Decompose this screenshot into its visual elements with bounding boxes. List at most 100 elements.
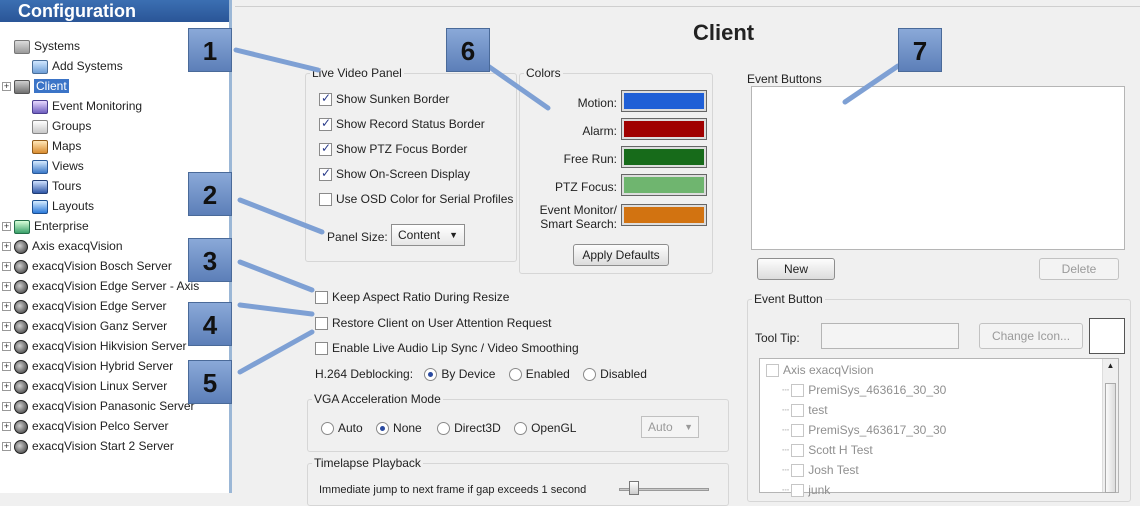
expand-icon[interactable]: + <box>2 322 11 332</box>
vga-mode-select[interactable]: Auto ▼ <box>641 416 699 438</box>
expand-icon[interactable]: + <box>2 382 11 392</box>
list-item[interactable]: ┄ PremiSys_463616_30_30 <box>782 383 946 398</box>
apply-defaults-button[interactable]: Apply Defaults <box>573 244 669 266</box>
ptz-focus-color-swatch[interactable] <box>621 174 707 196</box>
list-item[interactable]: ┄ PremiSys_463617_30_30 <box>782 423 947 438</box>
show-ptz-focus-border-checkbox[interactable] <box>319 141 332 157</box>
list-item[interactable]: ┄ Josh Test <box>782 463 859 478</box>
tree-item[interactable]: Maps <box>32 136 81 156</box>
expand-icon[interactable]: + <box>2 442 11 452</box>
expand-icon[interactable]: + <box>2 302 11 312</box>
tree-branch-icon: ┄ <box>782 403 790 417</box>
show-sunken-border-checkbox[interactable] <box>319 91 332 107</box>
tree-item[interactable]: + Axis exacqVision <box>2 236 123 256</box>
tree-item[interactable]: + exacqVision Bosch Server <box>2 256 172 276</box>
restore-client-option[interactable]: Restore Client on User Attention Request <box>315 316 551 331</box>
list-item-checkbox[interactable] <box>791 404 805 418</box>
dropdown-arrow-icon: ▼ <box>449 230 458 240</box>
tree-item[interactable]: + exacqVision Pelco Server <box>2 416 169 436</box>
new-event-button[interactable]: New <box>757 258 835 280</box>
expand-icon[interactable]: + <box>2 262 11 272</box>
expand-icon[interactable]: + <box>2 422 11 432</box>
list-item-checkbox[interactable] <box>791 384 805 398</box>
lip-sync-checkbox[interactable] <box>315 342 328 356</box>
vga-direct3d-radio[interactable]: Direct3D <box>437 421 501 436</box>
tree-item[interactable]: Tours <box>32 176 81 196</box>
tree-item[interactable]: + Client <box>2 76 69 96</box>
expand-icon[interactable]: + <box>2 242 11 252</box>
list-scrollbar[interactable]: ▲ <box>1102 359 1118 493</box>
panel-size-select[interactable]: Content ▼ <box>391 224 465 246</box>
list-item-checkbox[interactable] <box>791 464 805 478</box>
alarm-color-label: Alarm: <box>582 124 617 138</box>
tree-item[interactable]: Systems <box>14 36 80 56</box>
list-item-checkbox[interactable] <box>791 444 805 458</box>
list-item-label: PremiSys_463617_30_30 <box>808 423 947 437</box>
use-osd-color-checkbox[interactable] <box>319 193 332 207</box>
tree-item[interactable]: + exacqVision Edge Server <box>2 296 167 316</box>
motion-color-swatch[interactable] <box>621 90 707 112</box>
tree-item[interactable]: Event Monitoring <box>32 96 142 116</box>
keep-aspect-ratio-option[interactable]: Keep Aspect Ratio During Resize <box>315 290 509 305</box>
icon-preview <box>1089 318 1125 354</box>
expand-icon[interactable]: + <box>2 402 11 412</box>
expand-icon[interactable]: + <box>2 82 11 92</box>
tree-item[interactable]: + exacqVision Linux Server <box>2 376 167 396</box>
expand-icon[interactable]: + <box>2 222 11 232</box>
show-sunken-border-option[interactable]: Show Sunken Border <box>319 91 449 107</box>
free-run-color-swatch[interactable] <box>621 146 707 168</box>
tree-item[interactable]: + exacqVision Edge Server - Axis <box>2 276 199 296</box>
use-osd-color-option[interactable]: Use OSD Color for Serial Profiles <box>319 192 513 207</box>
expand-icon[interactable]: + <box>2 342 11 352</box>
deblock-disabled-radio[interactable]: Disabled <box>583 367 647 382</box>
tree-item[interactable]: Add Systems <box>32 56 123 76</box>
show-on-screen-display-checkbox[interactable] <box>319 166 332 182</box>
delete-event-button[interactable]: Delete <box>1039 258 1119 280</box>
tree-item[interactable]: + Enterprise <box>2 216 89 236</box>
show-record-status-border-checkbox[interactable] <box>319 116 332 132</box>
list-item-checkbox[interactable] <box>766 364 779 378</box>
tooltip-input[interactable] <box>821 323 959 349</box>
keep-aspect-ratio-checkbox[interactable] <box>315 291 328 305</box>
list-item[interactable]: Axis exacqVision <box>766 363 874 378</box>
alarm-color-swatch[interactable] <box>621 118 707 140</box>
show-on-screen-display-option[interactable]: Show On-Screen Display <box>319 166 470 182</box>
deblock-by-device-radio[interactable]: By Device <box>424 367 495 382</box>
list-item[interactable]: ┄ junk <box>782 483 830 498</box>
tree-item-label: exacqVision Edge Server <box>32 299 167 313</box>
tree-item[interactable]: Views <box>32 156 84 176</box>
tree-item[interactable]: Groups <box>32 116 91 136</box>
event-buttons-area[interactable] <box>751 86 1125 250</box>
vga-opengl-radio[interactable]: OpenGL <box>514 421 576 436</box>
tree-item[interactable]: + exacqVision Panasonic Server <box>2 396 195 416</box>
radio-icon <box>424 368 438 382</box>
event-monitoring-icon <box>32 99 48 114</box>
tree-item[interactable]: + exacqVision Hikvision Server <box>2 336 187 356</box>
lip-sync-option[interactable]: Enable Live Audio Lip Sync / Video Smoot… <box>315 341 579 356</box>
option-label: Enable Live Audio Lip Sync / Video Smoot… <box>332 341 579 355</box>
show-ptz-focus-border-option[interactable]: Show PTZ Focus Border <box>319 141 467 157</box>
timelapse-jump-label: Immediate jump to next frame if gap exce… <box>319 484 587 496</box>
scrollbar-thumb[interactable] <box>1105 383 1116 493</box>
list-item[interactable]: ┄ test <box>782 403 828 418</box>
tree-item[interactable]: + exacqVision Hybrid Server <box>2 356 173 376</box>
tree-item[interactable]: Layouts <box>32 196 94 216</box>
restore-client-checkbox[interactable] <box>315 317 328 331</box>
vga-auto-radio[interactable]: Auto <box>321 421 363 436</box>
vga-none-radio[interactable]: None <box>376 421 422 436</box>
scroll-up-icon[interactable]: ▲ <box>1103 359 1118 373</box>
expand-icon[interactable]: + <box>2 362 11 372</box>
tree-item[interactable]: + exacqVision Ganz Server <box>2 316 167 336</box>
event-monitor-color-swatch[interactable] <box>621 204 707 226</box>
list-item[interactable]: ┄ Scott H Test <box>782 443 873 458</box>
list-item-checkbox[interactable] <box>791 484 805 498</box>
change-icon-button[interactable]: Change Icon... <box>979 323 1083 349</box>
tree-item[interactable]: + exacqVision Start 2 Server <box>2 436 174 456</box>
expand-icon[interactable]: + <box>2 282 11 292</box>
server-icon <box>14 379 28 394</box>
list-item-checkbox[interactable] <box>791 424 805 438</box>
show-record-status-border-option[interactable]: Show Record Status Border <box>319 116 485 132</box>
deblock-enabled-radio[interactable]: Enabled <box>508 367 570 382</box>
event-target-list[interactable]: Axis exacqVision ┄ PremiSys_463616_30_30 ┄ t… <box>759 358 1119 498</box>
page-title: Client <box>693 20 755 45</box>
